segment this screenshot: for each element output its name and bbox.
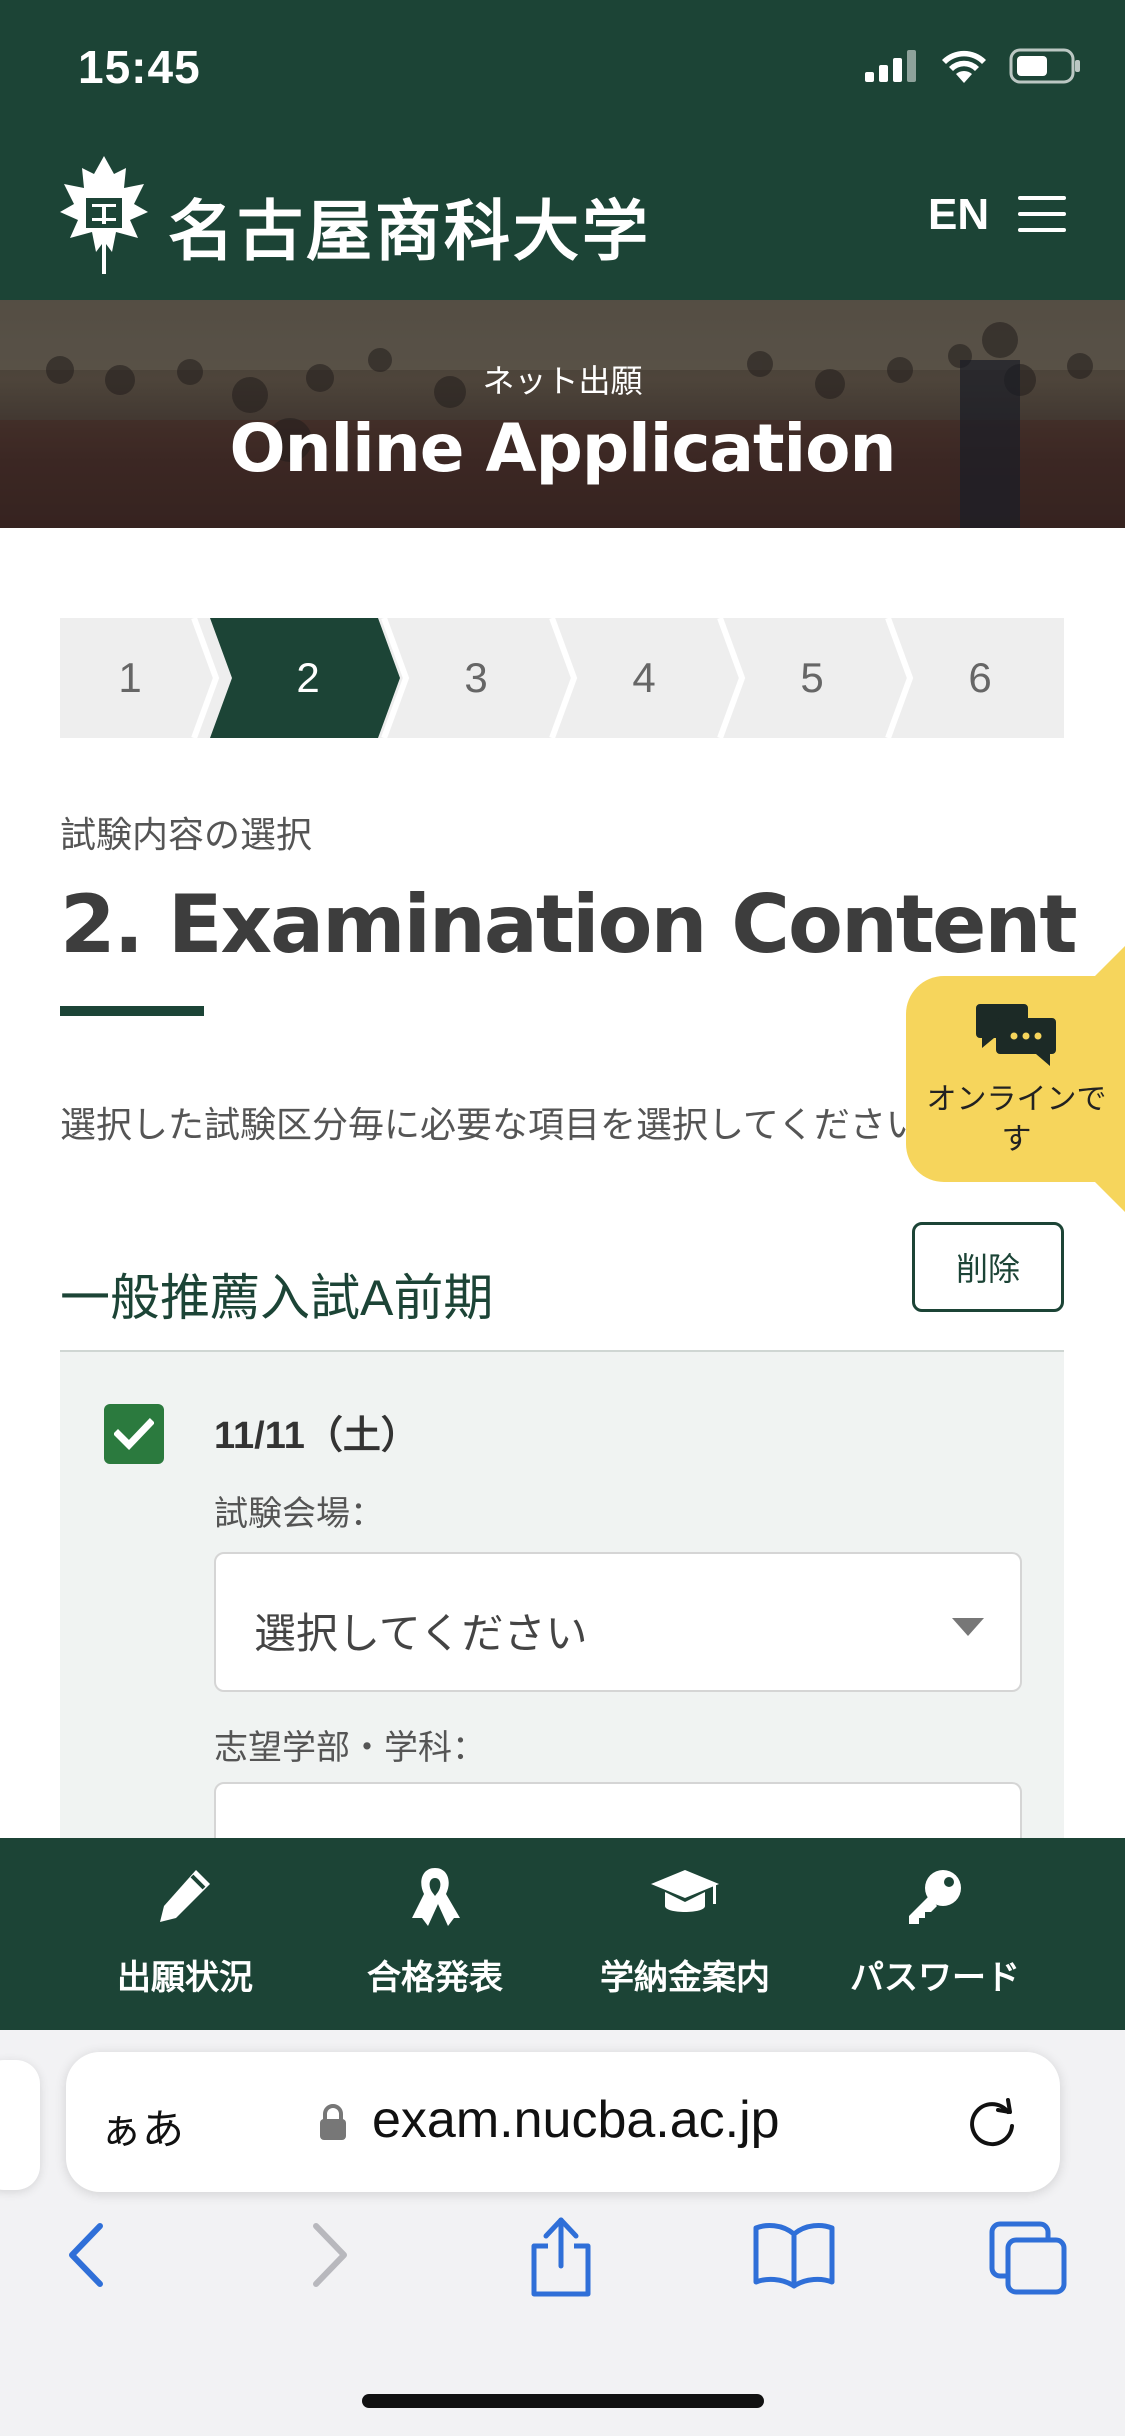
step-2: 2 [296,654,320,701]
battery-icon [1009,48,1080,84]
previous-tab-edge[interactable] [0,2060,40,2190]
share-icon[interactable] [526,2214,596,2298]
bookmarks-icon[interactable] [752,2220,836,2290]
step-4: 4 [632,654,656,701]
chevron-down-icon [952,1618,984,1636]
page-title: 2. Examination Content [60,878,1078,971]
wifi-icon [942,50,986,83]
site-header: 名古屋商科大学 EN [0,140,1125,295]
section-subtitle: 試験内容の選択 [60,814,313,855]
step-3: 3 [464,654,488,701]
exam-category-title: 一般推薦入試A前期 [60,1270,494,1326]
graduation-cap-icon [651,1870,719,1912]
url-text[interactable]: exam.nucba.ac.jp [372,2090,780,2150]
venue-select[interactable]: 選択してください [214,1552,1022,1692]
university-logo-icon[interactable] [58,154,150,276]
chat-label: オンラインです [926,1083,1107,1156]
pencil-icon [160,1870,210,1922]
browser-toolbar [0,2217,1125,2320]
status-icons [865,48,1081,84]
forward-icon[interactable] [304,2220,354,2290]
nav-application-status[interactable]: 出願状況 [60,1838,310,2030]
check-icon [114,1418,154,1450]
tabs-icon[interactable] [988,2220,1068,2296]
site-name[interactable]: 名古屋商科大学 [168,178,651,274]
hero-title: Online Application [229,410,896,487]
exam-date-checkbox[interactable] [104,1404,164,1464]
key-icon [909,1870,961,1924]
top-bar: 15:45 名古屋商科大学 EN [0,0,1125,300]
step-6: 6 [968,654,992,701]
nav-label: 学納金案内 [600,1959,770,1997]
delete-button[interactable]: 削除 [912,1222,1064,1312]
venue-label: 試験会場： [214,1495,384,1533]
ribbon-icon [412,1868,460,1926]
nav-results[interactable]: 合格発表 [310,1838,560,2030]
back-icon[interactable] [62,2220,112,2290]
step-5: 5 [800,654,824,701]
nav-label: 合格発表 [367,1959,503,1997]
reload-icon[interactable] [964,2094,1020,2150]
nav-password[interactable]: パスワード [810,1838,1060,2030]
status-time: 15:45 [78,41,201,93]
nav-tuition[interactable]: 学納金案内 [560,1838,810,2030]
menu-icon[interactable] [1018,196,1066,232]
exam-date: 11/11（土） [214,1415,419,1457]
venue-select-value: 選択してください [254,1610,588,1657]
reader-options-button[interactable]: ぁあ [100,2096,184,2157]
language-toggle[interactable]: EN [928,190,989,240]
address-bar[interactable]: ぁあ exam.nucba.ac.jp [66,2052,1060,2192]
title-underline [60,1006,204,1016]
instruction-text: 選択した試験区分毎に必要な項目を選択してください。 [60,1104,958,1145]
lock-icon [320,2104,346,2140]
signal-icon [865,50,916,82]
hero-banner: ネット出願 Online Application [0,300,1125,528]
bottom-nav: 出願状況 合格発表 学納金案内 パスワード [0,1838,1125,2030]
chat-bubbles-icon [976,1004,1056,1066]
home-indicator[interactable] [362,2394,764,2408]
department-label: 志望学部・学科： [214,1729,486,1767]
nav-label: パスワード [850,1959,1020,1997]
online-chat-button[interactable]: オンラインです [906,946,1125,1212]
nav-label: 出願状況 [117,1959,253,1997]
hero-subtitle: ネット出願 [482,363,643,399]
step-indicator: 1 2 3 4 5 6 [60,618,1064,738]
step-1: 1 [118,654,142,701]
